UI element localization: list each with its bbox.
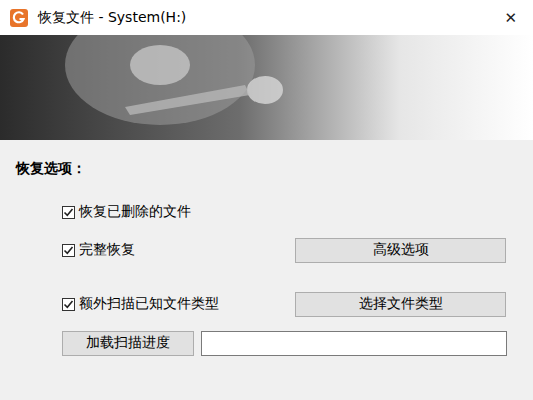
window-title: 恢复文件 - System(H:) [38,9,500,27]
option-row: 完整恢复 高级选项 [16,237,507,263]
option-row: 恢复已删除的文件 [16,199,507,225]
option-checkbox[interactable]: 恢复已删除的文件 [62,203,295,221]
load-progress-button[interactable]: 加载扫描进度 [62,331,194,356]
title-bar: 恢复文件 - System(H:)✕ [0,0,533,35]
banner-image [0,35,533,140]
close-button[interactable]: ✕ [500,9,521,27]
section-label: 恢复选项： [16,158,507,178]
diskgenius-logo-icon [10,9,28,27]
option-label: 完整恢复 [79,241,135,259]
scan-progress-row: 加载扫描进度 [16,330,507,356]
option-label: 恢复已删除的文件 [79,203,191,221]
check-icon [63,207,74,218]
option-button[interactable]: 选择文件类型 [295,292,506,317]
recover-dialog: 恢复文件 - System(H:)✕ 恢复选项： 恢复已删除的文件完整恢复 高级选项额… [0,0,533,400]
dialog-body: 恢复选项： 恢复已删除的文件完整恢复 高级选项额外扫描已知文件类型 选择文件类型加载扫… [0,140,533,400]
option-checkbox[interactable]: 完整恢复 [62,241,295,259]
option-row: 额外扫描已知文件类型 选择文件类型 [16,291,507,317]
option-checkbox[interactable]: 额外扫描已知文件类型 [62,295,295,313]
progress-field[interactable] [201,331,507,356]
checkbox-box[interactable] [62,244,75,257]
option-label: 额外扫描已知文件类型 [79,295,219,313]
checkbox-box[interactable] [62,298,75,311]
check-icon [63,245,74,256]
checkbox-box[interactable] [62,206,75,219]
check-icon [63,299,74,310]
option-button[interactable]: 高级选项 [295,238,506,263]
hard-disk-icon [0,35,533,140]
